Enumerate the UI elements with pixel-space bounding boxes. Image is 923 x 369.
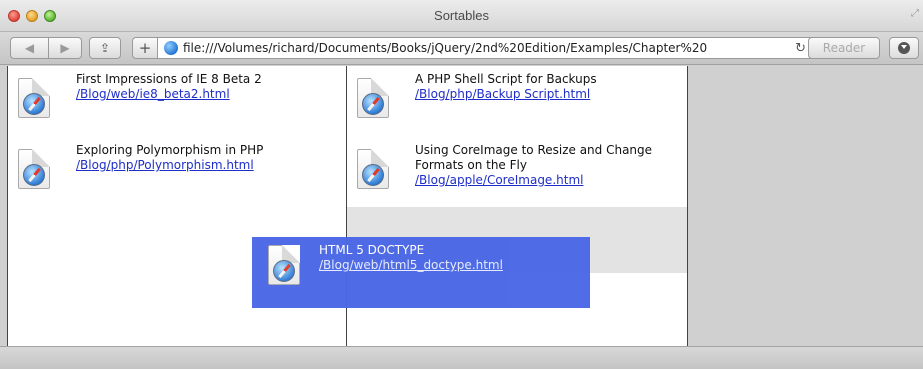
- globe-icon: [164, 41, 178, 55]
- title-bar: Sortables ⤢: [0, 0, 923, 32]
- compass-icon: [23, 164, 45, 186]
- compass-icon: [23, 93, 45, 115]
- item-title: Exploring Polymorphism in PHP: [76, 143, 264, 157]
- item-title: First Impressions of IE 8 Beta 2: [76, 72, 262, 86]
- dragging-list-item[interactable]: HTML 5 DOCTYPE /Blog/web/html5_doctype.h…: [252, 237, 590, 308]
- item-title: A PHP Shell Script for Backups: [415, 72, 597, 86]
- reload-icon[interactable]: ↻: [795, 41, 806, 56]
- safari-document-icon: [357, 149, 389, 189]
- compass-icon: [362, 93, 384, 115]
- item-title: Using CoreImage to Resize and Change For…: [415, 143, 653, 172]
- item-title: HTML 5 DOCTYPE: [319, 243, 425, 257]
- item-link[interactable]: /Blog/php/Backup Script.html: [415, 87, 675, 102]
- compass-icon: [273, 260, 295, 282]
- item-link[interactable]: /Blog/web/ie8_beta2.html: [76, 87, 336, 102]
- address-bar[interactable]: file:///Volumes/richard/Documents/Books/…: [157, 37, 817, 59]
- item-link[interactable]: /Blog/web/html5_doctype.html: [319, 258, 579, 273]
- fullscreen-icon[interactable]: ⤢: [911, 8, 919, 19]
- url-text[interactable]: file:///Volumes/richard/Documents/Books/…: [183, 41, 789, 55]
- download-icon: [898, 42, 910, 54]
- item-link[interactable]: /Blog/apple/CoreImage.html: [415, 173, 679, 188]
- safari-document-icon: [18, 149, 50, 189]
- window-title: Sortables: [434, 8, 489, 23]
- safari-document-icon: [268, 245, 300, 285]
- add-bookmark-button[interactable]: +: [132, 37, 158, 59]
- status-bar: [0, 346, 923, 369]
- back-button[interactable]: ◀: [10, 37, 48, 59]
- browser-toolbar: ◀ ▶ ⇪ + file:///Volumes/richard/Document…: [0, 32, 923, 65]
- compass-icon: [362, 164, 384, 186]
- forward-button[interactable]: ▶: [48, 37, 82, 59]
- safari-document-icon: [357, 78, 389, 118]
- share-button[interactable]: ⇪: [89, 37, 121, 59]
- reader-button[interactable]: Reader: [808, 37, 880, 59]
- downloads-button[interactable]: [889, 37, 919, 59]
- item-link[interactable]: /Blog/php/Polymorphism.html: [76, 158, 336, 173]
- safari-document-icon: [18, 78, 50, 118]
